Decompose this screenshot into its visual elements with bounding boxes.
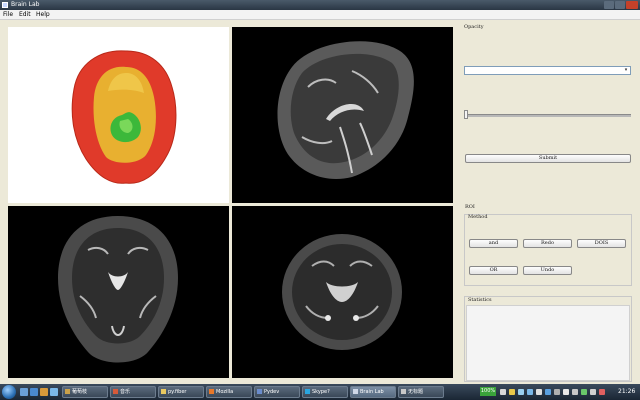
taskbar-button[interactable]: Brain Lab [350,386,396,398]
taskbar-button-label: Skype? [312,389,330,395]
opacity-slider-handle[interactable] [464,110,468,119]
taskbar-button-label: Brain Lab [360,389,384,395]
app-icon [257,389,262,394]
redo-button[interactable]: Redo [523,239,572,248]
taskbar-button[interactable]: 葡萄枝 [62,386,108,398]
coronal-slice-view[interactable] [8,206,229,378]
app-icon [209,389,214,394]
volume-icon[interactable] [572,389,578,395]
opacity-combobox[interactable]: ▾ [464,66,631,75]
start-button[interactable] [2,385,16,399]
app-icon [113,389,118,394]
app-icon [401,389,406,394]
app-icon [65,389,70,394]
opacity-label: Opacity [464,24,484,30]
taskbar-button-label: py.fiber [168,389,187,395]
tray-icon[interactable] [545,389,551,395]
submit-button[interactable]: Submit [465,154,631,163]
dois-button[interactable]: DOIS [577,239,626,248]
app-icon [2,2,8,8]
folder-icon[interactable] [40,388,48,396]
method-label: Method [468,214,488,220]
maximize-button[interactable] [615,1,625,9]
statistics-label: Statistics [468,297,492,303]
tray-icon[interactable] [500,389,506,395]
taskbar-button[interactable]: py.fiber [158,386,204,398]
clock[interactable]: 21:26 [618,387,635,396]
tray-icon[interactable] [599,389,605,395]
tray-icon[interactable] [518,389,524,395]
taskbar-button-label: 无标题 [408,389,424,395]
tray-icon[interactable] [590,389,596,395]
switch-windows-icon[interactable] [50,388,58,396]
roi-label: ROI [465,204,475,210]
menu-bar: File Edit Help [0,10,640,20]
taskbar-button[interactable]: Pydev [254,386,300,398]
app-icon [161,389,166,394]
tray-icon[interactable] [509,389,515,395]
opacity-slider-track[interactable] [465,114,631,117]
taskbar-button[interactable]: 音乐 [110,386,156,398]
tray-icon[interactable] [581,389,587,395]
axial-slice-view[interactable] [232,206,453,378]
taskbar: 葡萄枝 音乐 py.fiber Mozilla Pydev Skype? Brain Lab… [0,384,640,400]
app-icon [305,389,310,394]
close-button[interactable] [626,1,638,9]
statistics-textarea[interactable] [466,305,630,381]
sagittal-slice-view[interactable] [232,27,453,203]
tray-icon[interactable] [527,389,533,395]
taskbar-button-label: Pydev [264,389,280,395]
chevron-down-icon[interactable]: ▾ [623,68,629,73]
and-button[interactable]: and [469,239,518,248]
taskbar-button-label: 音乐 [120,389,131,395]
show-desktop-icon[interactable] [20,388,28,396]
app-icon [353,389,358,394]
taskbar-button-label: Mozilla [216,389,234,395]
taskbar-button[interactable]: Skype? [302,386,348,398]
taskbar-button[interactable]: Mozilla [206,386,252,398]
tray-icon[interactable] [536,389,542,395]
undo-button[interactable]: Undo [523,266,572,275]
menu-file[interactable]: File [3,11,13,18]
render-3d-view[interactable] [8,27,229,203]
menu-help[interactable]: Help [36,11,50,18]
network-icon[interactable] [563,389,569,395]
language-indicator[interactable]: 100% [480,387,496,396]
title-bar: Brain Lab [0,0,640,10]
taskbar-button-label: 葡萄枝 [72,389,88,395]
taskbar-button[interactable]: 无标题 [398,386,444,398]
method-groupbox [464,214,632,286]
window-title: Brain Lab [11,1,40,8]
minimize-button[interactable] [604,1,614,9]
or-button[interactable]: OR [469,266,518,275]
menu-edit[interactable]: Edit [19,11,31,18]
ie-icon[interactable] [30,388,38,396]
tray-icon[interactable] [554,389,560,395]
